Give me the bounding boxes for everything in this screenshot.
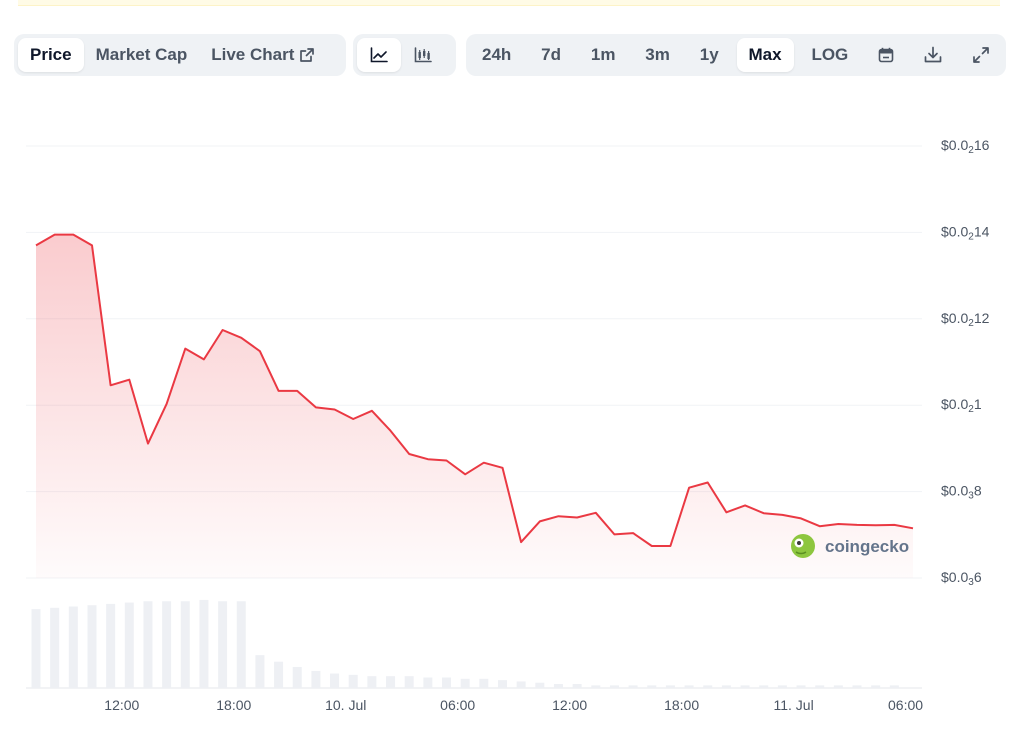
y-tick-label: $0.0214 bbox=[941, 223, 990, 242]
y-axis-labels: $0.0216 $0.0214 $0.0212 $0.021 $0.038 $0.036 bbox=[941, 137, 990, 588]
y-tick-label: $0.021 bbox=[941, 396, 982, 415]
price-chart[interactable]: $0.0216$0.0214$0.0212$0.021$0.038$0.036 … bbox=[0, 0, 1024, 737]
coingecko-logo-icon bbox=[791, 534, 815, 558]
y-tick-digits: 14 bbox=[974, 223, 990, 239]
y-tick-digits: 1 bbox=[974, 396, 982, 412]
y-tick-prefix: $0.0 bbox=[941, 137, 968, 153]
volume-bar bbox=[199, 599, 209, 688]
volume-bar bbox=[796, 685, 806, 688]
volume-bar bbox=[442, 677, 452, 688]
y-tick-label: $0.0212 bbox=[941, 310, 990, 329]
volume-bar bbox=[665, 685, 675, 688]
volume-bar bbox=[124, 602, 134, 688]
volume-bar bbox=[479, 678, 489, 688]
x-tick-label: 12:00 bbox=[552, 697, 587, 713]
volume-bar bbox=[815, 685, 825, 688]
volume-bar bbox=[777, 685, 787, 688]
volume-bar bbox=[889, 685, 899, 688]
volume-bar bbox=[423, 677, 433, 688]
volume-bar bbox=[535, 682, 545, 688]
y-tick-prefix: $0.0 bbox=[941, 223, 968, 239]
coingecko-watermark: coingecko bbox=[791, 534, 909, 558]
volume-bar bbox=[684, 685, 694, 688]
volume-bar bbox=[572, 684, 582, 688]
price-area-fill bbox=[36, 234, 913, 578]
y-tick-prefix: $0.0 bbox=[941, 482, 968, 498]
volume-bar bbox=[386, 676, 396, 688]
volume-bar bbox=[330, 673, 340, 688]
volume-bars bbox=[31, 599, 899, 688]
x-tick-label: 10. Jul bbox=[325, 697, 366, 713]
volume-bar bbox=[311, 670, 321, 688]
y-tick-label: $0.038 bbox=[941, 482, 982, 501]
x-tick-label: 11. Jul bbox=[773, 697, 813, 713]
volume-bar bbox=[274, 661, 284, 688]
y-tick-digits: 6 bbox=[974, 569, 982, 585]
volume-bar bbox=[497, 680, 507, 688]
x-tick-label: 12:00 bbox=[104, 697, 139, 713]
volume-bar bbox=[367, 676, 377, 688]
volume-bar bbox=[255, 655, 265, 688]
volume-bar bbox=[87, 605, 97, 688]
volume-bar bbox=[106, 603, 116, 688]
volume-bar bbox=[460, 678, 470, 688]
volume-bar bbox=[740, 685, 750, 688]
y-tick-digits: 8 bbox=[974, 482, 982, 498]
volume-bar bbox=[703, 685, 713, 688]
x-tick-label: 18:00 bbox=[664, 697, 699, 713]
volume-bar bbox=[31, 609, 41, 688]
y-tick-digits: 12 bbox=[974, 310, 990, 326]
volume-bar bbox=[68, 606, 78, 688]
volume-bar bbox=[236, 601, 246, 688]
x-tick-label: 06:00 bbox=[888, 697, 923, 713]
x-tick-label: 06:00 bbox=[440, 697, 475, 713]
volume-bar bbox=[162, 601, 172, 688]
volume-bar bbox=[759, 685, 769, 688]
volume-bar bbox=[647, 685, 657, 688]
volume-bar bbox=[871, 685, 881, 688]
volume-bar bbox=[628, 685, 638, 688]
volume-bar bbox=[292, 666, 302, 688]
y-tick-label: $0.036 bbox=[941, 569, 982, 588]
volume-bar bbox=[143, 601, 153, 688]
y-tick-prefix: $0.0 bbox=[941, 310, 968, 326]
volume-bar bbox=[348, 674, 358, 688]
x-tick-label: 18:00 bbox=[216, 697, 251, 713]
y-tick-prefix: $0.0 bbox=[941, 396, 968, 412]
volume-bar bbox=[609, 685, 619, 688]
volume-bar bbox=[852, 685, 862, 688]
volume-bar bbox=[50, 607, 60, 688]
volume-bar bbox=[404, 676, 414, 688]
volume-bar bbox=[553, 684, 563, 688]
volume-bar bbox=[180, 601, 190, 688]
y-tick-label: $0.0216 bbox=[941, 137, 990, 156]
x-axis-labels: 12:00 18:00 10. Jul 06:00 12:00 18:00 11. Jul 0… bbox=[104, 697, 923, 713]
volume-bar bbox=[833, 685, 843, 688]
coingecko-wordmark: coingecko bbox=[825, 537, 909, 556]
volume-bar bbox=[591, 685, 601, 688]
y-tick-prefix: $0.0 bbox=[941, 569, 968, 585]
volume-bar bbox=[721, 685, 731, 688]
volume-bar bbox=[218, 601, 228, 688]
price-area bbox=[35, 233, 914, 578]
volume-bar bbox=[516, 681, 526, 688]
y-tick-digits: 16 bbox=[974, 137, 990, 153]
